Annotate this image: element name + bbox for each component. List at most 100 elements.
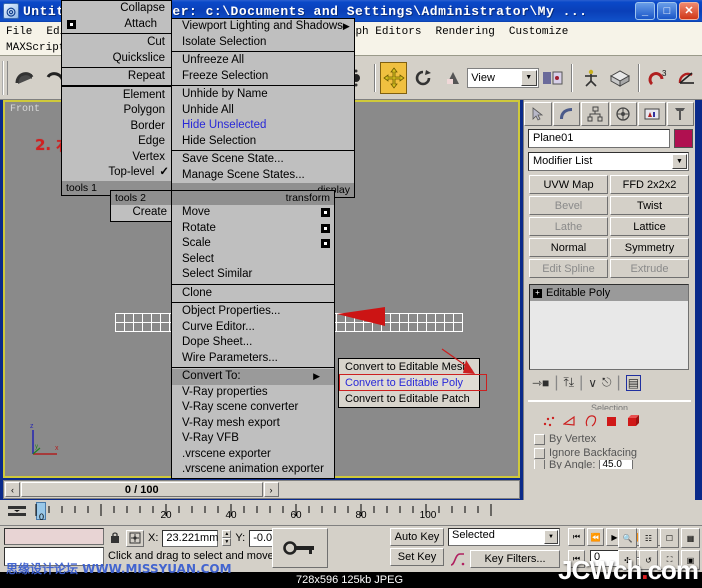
modifier-lattice[interactable]: Lattice (610, 217, 689, 236)
modifier-edit-spline[interactable]: Edit Spline (529, 259, 608, 278)
remove-modifier-icon[interactable]: ⎋ (602, 375, 612, 390)
checkbox-icon[interactable] (534, 448, 545, 459)
modify-tab[interactable] (553, 102, 581, 126)
next-frame-button[interactable]: › (264, 482, 279, 497)
spinner-down[interactable]: ▼ (222, 538, 231, 546)
lock-selection-icon[interactable] (108, 529, 122, 547)
object-color-swatch[interactable] (674, 129, 693, 148)
element-icon[interactable] (626, 414, 642, 428)
quad-item-polygon[interactable]: Polygon (62, 103, 171, 119)
auto-key-button[interactable]: Auto Key (390, 528, 444, 546)
quad-item-vray-mesh-export[interactable]: V-Ray mesh export (172, 416, 334, 432)
quad-item-hide-unselected[interactable]: Hide Unselected (172, 118, 354, 134)
time-slider[interactable]: ‹ 0 / 100 › (3, 480, 520, 499)
quad-item-collapse[interactable]: Collapse (62, 1, 171, 17)
checkbox-ignore-backfacing[interactable]: Ignore Backfacing (528, 446, 691, 460)
configure-modifier-sets-icon[interactable]: ▤ (626, 375, 641, 391)
quad-item-cut[interactable]: Cut (62, 35, 171, 51)
border-icon[interactable] (584, 414, 598, 428)
checkbox-by-vertex[interactable]: By Vertex (528, 432, 691, 446)
quad-item-unhide-by-name[interactable]: Unhide by Name (172, 87, 354, 103)
utilities-tab[interactable] (667, 102, 695, 126)
modifier-twist[interactable]: Twist (610, 196, 689, 215)
menu-file[interactable]: File (6, 26, 32, 38)
checkbox-by-angle[interactable]: By Angle: 45.0 (528, 460, 691, 469)
chevron-down-icon[interactable]: ▼ (544, 530, 558, 544)
mirror-icon[interactable] (577, 62, 604, 94)
modifier-lathe[interactable]: Lathe (529, 217, 608, 236)
zoom-region-icon[interactable]: ▦ (681, 528, 700, 548)
motion-tab[interactable] (610, 102, 638, 126)
modifier-extrude[interactable]: Extrude (610, 259, 689, 278)
quad-item-vertex[interactable]: Vertex (62, 150, 171, 166)
x-spinner[interactable]: ▲▼ (222, 530, 231, 546)
viewport-label[interactable]: Front (10, 104, 40, 115)
modifier-ffd-2x2x2[interactable]: FFD 2x2x2 (610, 175, 689, 194)
menu-maxscript[interactable]: MAXScript (6, 42, 65, 54)
quad-item-convert-to[interactable]: Convert To: ▶ (172, 369, 334, 385)
quad-item-vrscene-exporter[interactable]: .vrscene exporter (172, 447, 334, 463)
quad-item-repeat[interactable]: Repeat (62, 69, 171, 85)
quad-item-save-scene-state[interactable]: Save Scene State... (172, 152, 354, 168)
spinner-up[interactable]: ▲ (222, 530, 231, 538)
toolbar-grip[interactable] (2, 61, 8, 95)
quad-item-border[interactable]: Border (62, 119, 171, 135)
quad-item-unhide-all[interactable]: Unhide All (172, 103, 354, 119)
create-tab[interactable] (524, 102, 552, 126)
make-unique-icon[interactable]: ∨ (588, 376, 597, 390)
param-curve-icon[interactable] (450, 552, 466, 567)
checkbox-icon[interactable] (534, 434, 545, 445)
undo-icon[interactable] (12, 62, 39, 94)
quad-item-attach[interactable]: Attach (62, 17, 171, 33)
pin-stack-icon[interactable]: ⇾■ (532, 376, 549, 390)
zoom-all-icon[interactable]: ☷ (639, 528, 658, 548)
quad-item-vray-scene-converter[interactable]: V-Ray scene converter (172, 400, 334, 416)
set-key-button[interactable]: Set Key (390, 548, 444, 566)
use-pivot-point-center-icon[interactable] (540, 62, 567, 94)
chevron-down-icon[interactable]: ▼ (521, 70, 537, 86)
x-coordinate-field[interactable]: 23.221mm (162, 530, 218, 547)
quad-item-isolate-selection[interactable]: Isolate Selection (172, 35, 354, 51)
object-name-field[interactable]: Plane01 (528, 129, 670, 148)
align-icon[interactable] (607, 62, 634, 94)
quad-item-quickslice[interactable]: Quickslice (62, 51, 171, 67)
submenu-convert-to-editable-patch[interactable]: Convert to Editable Patch (339, 391, 479, 407)
quad-menu-transform[interactable]: transform Move Rotate Scale Select Selec… (171, 190, 335, 479)
quad-item-unfreeze-all[interactable]: Unfreeze All (172, 53, 354, 69)
minimize-button[interactable]: _ (635, 2, 655, 20)
modifier-normal[interactable]: Normal (529, 238, 608, 257)
vertex-icon[interactable] (542, 414, 556, 428)
display-tab[interactable] (638, 102, 666, 126)
zoom-icon[interactable]: 🔍 (618, 528, 637, 548)
open-mini-curve-editor-icon[interactable] (6, 503, 28, 521)
quad-item-dope-sheet[interactable]: Dope Sheet... (172, 335, 334, 351)
chevron-down-icon[interactable]: ▼ (672, 154, 687, 169)
zoom-extents-icon[interactable]: ☐ (660, 528, 679, 548)
quad-item-rotate[interactable]: Rotate (172, 221, 334, 237)
modifier-stack[interactable]: + Editable Poly (529, 284, 689, 370)
quad-item-freeze-selection[interactable]: Freeze Selection (172, 69, 354, 85)
absolute-relative-mode-icon[interactable] (126, 530, 144, 547)
time-slider-handle[interactable]: 0 / 100 (21, 482, 263, 497)
quad-item-element[interactable]: Element (62, 88, 171, 104)
quad-item-object-properties[interactable]: Object Properties... (172, 304, 334, 320)
quad-item-move[interactable]: Move (172, 205, 334, 221)
angle-snap-toggle-icon[interactable] (674, 62, 701, 94)
menu-rendering[interactable]: Rendering (435, 26, 494, 38)
quad-item-viewport-lighting[interactable]: Viewport Lighting and Shadows ▶ (172, 19, 354, 35)
previous-frame-button[interactable]: ‹ (5, 482, 20, 497)
modifier-uvw-map[interactable]: UVW Map (529, 175, 608, 194)
quad-item-wire-parameters[interactable]: Wire Parameters... (172, 351, 334, 367)
quad-menu-tools1[interactable]: Collapse Attach Cut Quickslice Repeat El… (61, 0, 172, 196)
show-end-result-icon[interactable]: ⤒⤓ (563, 375, 574, 390)
select-and-rotate-icon[interactable] (409, 62, 436, 94)
quad-item-clone[interactable]: Clone (172, 286, 334, 302)
stack-item-editable-poly[interactable]: + Editable Poly (530, 285, 688, 301)
quad-item-vrscene-animation-exporter[interactable]: .vrscene animation exporter (172, 462, 334, 478)
reference-coordinate-system-select[interactable]: View ▼ (467, 68, 538, 88)
modifier-bevel[interactable]: Bevel (529, 196, 608, 215)
edge-icon[interactable] (563, 414, 577, 428)
select-and-scale-icon[interactable] (439, 62, 466, 94)
quad-item-select-similar[interactable]: Select Similar (172, 267, 334, 283)
track-bar[interactable]: 0 20 40 60 80 100 (0, 500, 702, 526)
